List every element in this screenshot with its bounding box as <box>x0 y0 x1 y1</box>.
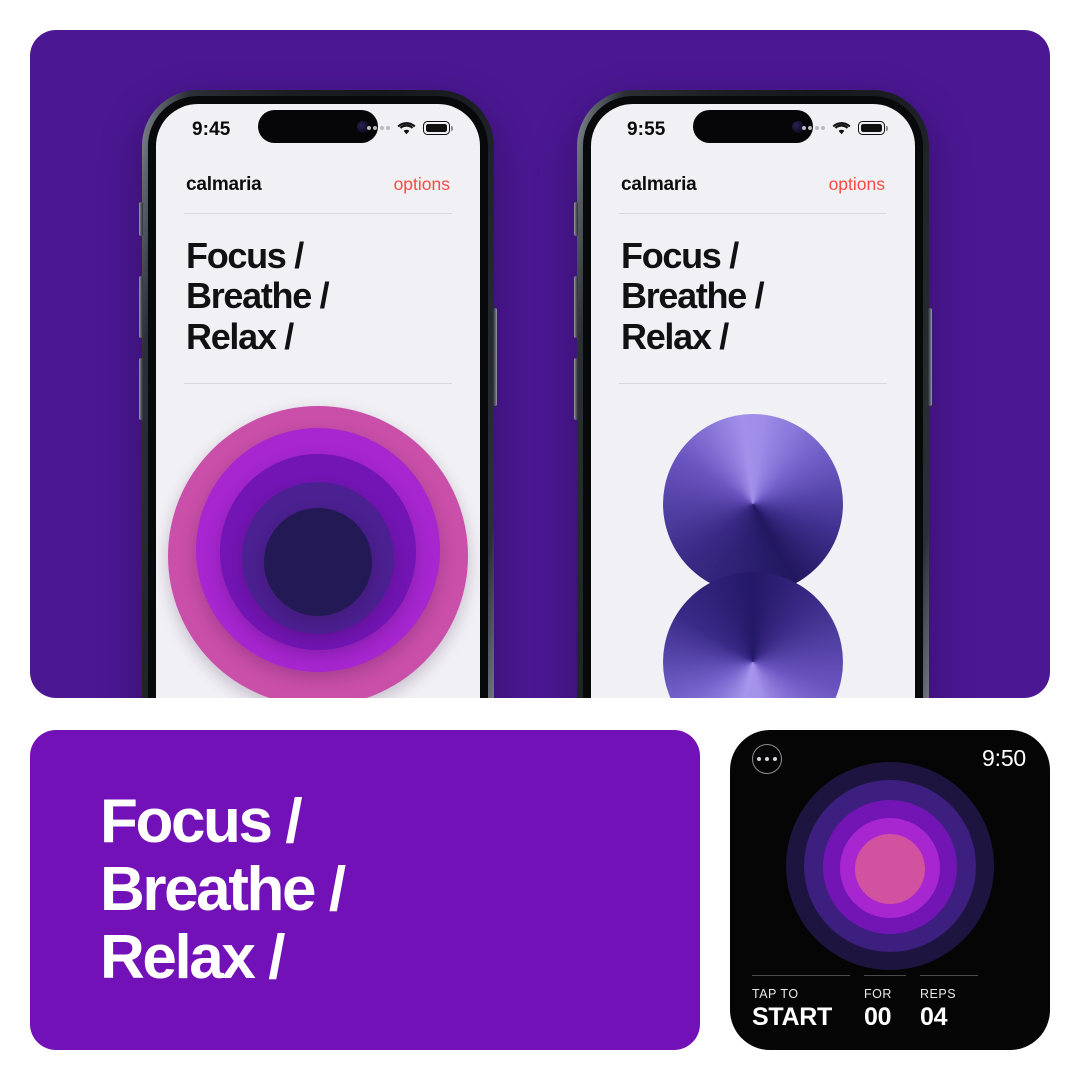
more-dots-icon[interactable] <box>752 744 782 774</box>
stat-reps: REPS 04 <box>920 975 992 1032</box>
volume-down-button[interactable] <box>139 358 143 420</box>
wifi-icon <box>397 121 416 135</box>
wifi-icon <box>832 121 851 135</box>
stat-label: TAP TO <box>752 987 799 1001</box>
dynamic-island <box>258 110 378 143</box>
stat-value: START <box>752 1003 832 1031</box>
battery-icon <box>858 121 888 135</box>
stat-label: REPS <box>920 987 957 1001</box>
watch-rings-graphic[interactable] <box>786 762 994 970</box>
stat-label: FOR <box>864 987 892 1001</box>
conic-blob-bottom <box>663 571 843 698</box>
app-brand-label: calmaria <box>186 174 262 195</box>
options-link[interactable]: options <box>394 174 450 195</box>
volume-up-button[interactable] <box>574 276 578 338</box>
app-nav-bar: calmaria options <box>156 160 480 196</box>
signal-dots-icon <box>366 126 390 130</box>
power-button[interactable] <box>493 308 497 406</box>
status-bar: 9:55 <box>591 104 915 160</box>
headline-divider <box>619 382 887 384</box>
stat-value: 00 <box>864 1003 892 1031</box>
stat-duration: FOR 00 <box>864 975 920 1032</box>
watch-top-bar: 9:50 <box>730 730 1050 782</box>
status-icons <box>801 121 888 135</box>
silent-switch-button[interactable] <box>139 202 143 236</box>
status-time: 9:45 <box>192 119 231 140</box>
volume-up-button[interactable] <box>139 276 143 338</box>
ring-layer-5 <box>264 507 372 616</box>
headline-divider <box>184 382 452 384</box>
silent-switch-button[interactable] <box>574 202 578 236</box>
volume-down-button[interactable] <box>574 358 578 420</box>
watch-time: 9:50 <box>982 745 1026 771</box>
stat-value: 04 <box>920 1003 948 1031</box>
phone-mockup-2: 9:55 calmaria options Focus / Breathe / … <box>574 90 932 698</box>
promo-card: Focus / Breathe / Relax / <box>30 730 700 1050</box>
dynamic-island <box>693 110 813 143</box>
conic-blob-top <box>663 413 843 594</box>
app-headline: Focus / Breathe / Relax / <box>186 235 330 357</box>
phone-screen-1: 9:45 calmaria options Focus / Breathe / … <box>156 104 480 698</box>
app-brand-label: calmaria <box>621 174 697 195</box>
stat-tap-to-start[interactable]: TAP TO START <box>752 975 864 1032</box>
power-button[interactable] <box>928 308 932 406</box>
watch-stats-row: TAP TO START FOR 00 REPS 04 <box>730 975 1050 1032</box>
watch-face-card: 9:50 TAP TO START FOR 00 REPS 04 <box>730 730 1050 1050</box>
conic-breath-graphic[interactable] <box>663 413 843 698</box>
promo-headline: Focus / Breathe / Relax / <box>100 786 346 993</box>
phone-screen-2: 9:55 calmaria options Focus / Breathe / … <box>591 104 915 698</box>
status-bar: 9:45 <box>156 104 480 160</box>
phone-mockup-1: 9:45 calmaria options Focus / Breathe / … <box>139 90 497 698</box>
ring-layer-5 <box>855 834 925 904</box>
options-link[interactable]: options <box>829 174 885 195</box>
concentric-rings-graphic[interactable] <box>168 405 468 698</box>
app-headline: Focus / Breathe / Relax / <box>621 235 765 357</box>
signal-dots-icon <box>801 126 825 130</box>
status-icons <box>366 121 453 135</box>
poster-canvas: 9:45 calmaria options Focus / Breathe / … <box>0 0 1080 1080</box>
app-nav-bar: calmaria options <box>591 160 915 196</box>
status-time: 9:55 <box>627 119 666 140</box>
battery-icon <box>423 121 453 135</box>
phones-showcase-card: 9:45 calmaria options Focus / Breathe / … <box>30 30 1050 698</box>
